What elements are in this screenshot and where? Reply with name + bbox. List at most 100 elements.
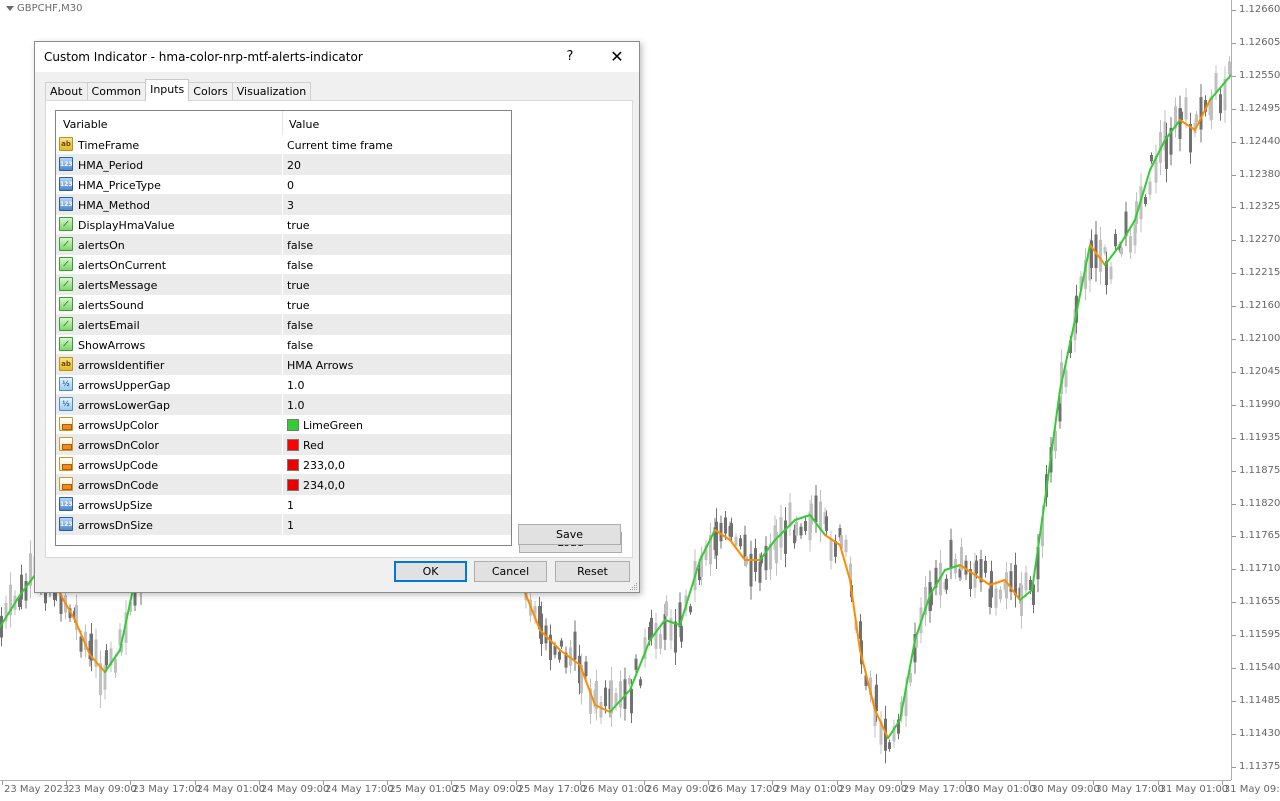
candle-body [573, 631, 577, 660]
price-label: 1.11540 [1239, 662, 1280, 673]
column-header-variable[interactable]: Variable [63, 118, 108, 131]
cancel-button[interactable]: Cancel [474, 561, 547, 582]
price-label: 1.11375 [1239, 760, 1280, 772]
table-row[interactable]: ⟋ alertsOn false [56, 235, 511, 255]
table-row[interactable]: ⟋ ShowArrows false [56, 335, 511, 355]
table-row[interactable]: ½ arrowsUpperGap 1.0 [56, 375, 511, 395]
variable-value-text: LimeGreen [303, 419, 363, 432]
time-label: 23 May 09:00 [68, 784, 137, 795]
header-divider[interactable] [282, 111, 283, 135]
variable-value[interactable]: 3 [287, 199, 294, 212]
time-label: 23 May 17:00 [132, 784, 201, 795]
price-tick [1232, 42, 1236, 44]
table-row[interactable]: arrowsUpColor LimeGreen [56, 415, 511, 435]
table-row[interactable]: ab arrowsIdentifier HMA Arrows [56, 355, 511, 375]
ok-button[interactable]: OK [394, 561, 467, 582]
bool-type-icon: ⟋ [59, 317, 73, 331]
time-tick [130, 781, 132, 785]
hma-line-segment [1179, 119, 1196, 131]
time-label: 24 May 09:00 [260, 784, 330, 795]
save-button[interactable]: Save [518, 524, 621, 545]
price-scale[interactable]: 1.12660 1.12605 1.12550 1.12495 1.12440 1.123… [1231, 0, 1280, 780]
variable-name: arrowsDnCode [78, 479, 159, 492]
candle-body [1099, 239, 1102, 272]
variable-name: alertsSound [78, 299, 144, 312]
variable-value[interactable]: Current time frame [287, 139, 393, 152]
table-row[interactable]: arrowsDnColor Red [56, 435, 511, 455]
candle-body [844, 539, 848, 553]
variable-value[interactable]: false [287, 239, 313, 252]
variable-value[interactable]: 1 [287, 499, 294, 512]
table-row[interactable]: ⟋ alertsEmail false [56, 315, 511, 335]
candle-body [654, 623, 658, 649]
table-row[interactable]: arrowsDnCode 234,0,0 [56, 475, 511, 495]
column-divider [282, 375, 283, 395]
table-row[interactable]: 123 arrowsUpSize 1 [56, 495, 511, 515]
column-header-value[interactable]: Value [289, 118, 319, 131]
bool-type-icon: ⟋ [59, 337, 73, 351]
variable-value[interactable]: false [287, 259, 313, 272]
time-label: 25 May 17:00 [517, 784, 587, 795]
candle-body [749, 553, 753, 587]
tab-visualization[interactable]: Visualization [231, 82, 312, 101]
table-row[interactable]: ab TimeFrame Current time frame [56, 135, 511, 155]
variable-value[interactable]: true [287, 279, 310, 292]
variable-value[interactable]: 1.0 [287, 379, 305, 392]
variable-value[interactable]: Red [287, 439, 324, 452]
variable-value[interactable]: 0 [287, 179, 294, 192]
variable-value[interactable]: 1 [287, 519, 294, 532]
color-swatch [287, 459, 299, 471]
candle-body [680, 626, 683, 642]
variable-value[interactable]: 233,0,0 [287, 459, 345, 472]
help-button[interactable]: ? [559, 46, 581, 68]
variable-value[interactable]: true [287, 299, 310, 312]
reset-button[interactable]: Reset [555, 561, 630, 582]
variable-name: HMA_Method [78, 199, 151, 212]
table-row[interactable]: ⟋ alertsOnCurrent false [56, 255, 511, 275]
close-button[interactable]: ✕ [602, 45, 632, 69]
table-row[interactable]: ⟋ alertsSound true [56, 295, 511, 315]
bool-type-icon: ⟋ [59, 257, 73, 271]
table-row[interactable]: ⟋ DisplayHmaValue true [56, 215, 511, 235]
tab-about[interactable]: About [45, 82, 88, 101]
candle-body [560, 640, 563, 647]
resize-grip-icon[interactable] [628, 581, 638, 591]
price-label: 1.11820 [1239, 497, 1280, 509]
candle-body [1184, 97, 1188, 120]
variable-value[interactable]: 1.0 [287, 399, 305, 412]
variable-value[interactable]: 20 [287, 159, 301, 172]
variable-value[interactable]: true [287, 219, 310, 232]
tab-inputs[interactable]: Inputs [145, 79, 190, 101]
price-label: 1.11595 [1239, 629, 1280, 641]
inputs-tab-panel: Variable Value ab TimeFrame Current time f… [45, 100, 633, 558]
tab-colors[interactable]: Colors [188, 82, 233, 101]
variable-value-text: false [287, 339, 314, 352]
variable-value[interactable]: false [287, 339, 313, 352]
candle-body [1014, 564, 1017, 596]
color-type-icon [59, 417, 73, 431]
candle-body [730, 523, 733, 537]
color-swatch [287, 479, 299, 491]
variable-value-text: 20 [287, 159, 301, 172]
inputs-table[interactable]: Variable Value ab TimeFrame Current time f… [55, 110, 512, 546]
table-row[interactable]: ⟋ alertsMessage true [56, 275, 511, 295]
variable-value[interactable]: LimeGreen [287, 419, 363, 432]
time-label: 23 May 2023 [4, 784, 70, 795]
table-row[interactable]: 123 HMA_PriceType 0 [56, 175, 511, 195]
variable-value[interactable]: false [287, 319, 313, 332]
candle-body [814, 495, 818, 523]
table-row[interactable]: 123 HMA_Period 20 [56, 155, 511, 175]
table-row[interactable]: 123 HMA_Method 3 [56, 195, 511, 215]
time-scale[interactable]: 23 May 2023 23 May 09:00 23 May 17:00 24 Ma… [0, 780, 1280, 801]
column-divider [282, 315, 283, 335]
table-row[interactable]: ½ arrowsLowerGap 1.0 [56, 395, 511, 415]
candle-body [674, 621, 677, 653]
variable-value[interactable]: 234,0,0 [287, 479, 345, 492]
table-row[interactable]: arrowsUpCode 233,0,0 [56, 455, 511, 475]
time-label: 31 May 01:00 [1159, 784, 1229, 795]
int-type-icon: 123 [59, 157, 73, 171]
tab-common[interactable]: Common [86, 82, 147, 101]
dialog-titlebar[interactable]: Custom Indicator - hma-color-nrp-mtf-ale… [35, 42, 639, 72]
table-row[interactable]: 123 arrowsDnSize 1 [56, 515, 511, 535]
variable-value[interactable]: HMA Arrows [287, 359, 353, 372]
